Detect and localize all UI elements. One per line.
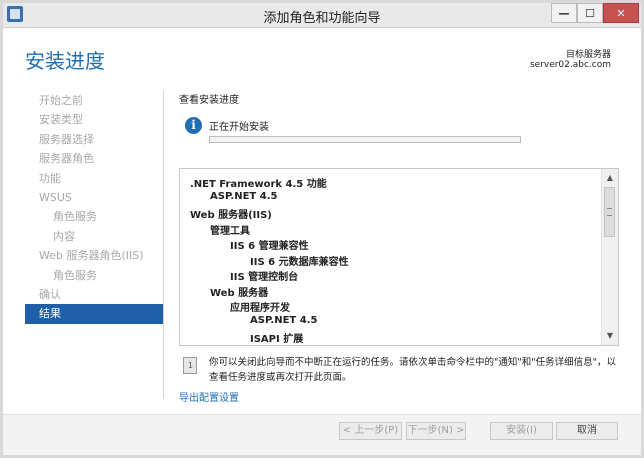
section-title: 查看安装进度 [179, 95, 239, 106]
export-configuration-link[interactable]: 导出配置设置 [179, 389, 239, 404]
nav-item-installation-type: 安装类型 [39, 113, 83, 127]
close-wizard-note: 你可以关闭此向导而不中断正在运行的任务。请依次单击命令栏中的"通知"和"任务详细… [209, 357, 616, 383]
previous-button[interactable]: < 上一步(P) [339, 422, 402, 440]
install-button[interactable]: 安装(I) [490, 422, 553, 440]
nav-item-wsus: WSUS [39, 190, 72, 204]
result-item: IIS 管理控制台 [230, 272, 299, 283]
nav-item-wsus-content: 内容 [53, 229, 75, 243]
info-icon: i [185, 117, 202, 134]
cancel-button[interactable]: 取消 [556, 422, 618, 440]
result-item: IIS 6 元数据库兼容性 [250, 256, 349, 268]
scroll-down-arrow-icon[interactable]: ▼ [602, 329, 618, 343]
minimize-icon: — [558, 6, 570, 20]
result-item: Web 服务器 [210, 287, 269, 299]
nav-item-confirmation: 确认 [39, 287, 61, 301]
maximize-button[interactable]: ☐ [577, 3, 603, 23]
install-progress-bar [209, 136, 521, 143]
result-item: 管理工具 [210, 225, 250, 237]
nav-item-wsus-role-services: 角色服务 [53, 210, 97, 224]
results-list-box[interactable]: .NET Framework 4.5 功能 ASP.NET 4.5 Web 服务器(… [179, 168, 619, 346]
result-item: Web 服务器(IIS) [190, 210, 272, 221]
nav-item-iis-role-services: 角色服务 [53, 268, 97, 282]
result-item: ASP.NET 4.5 [210, 190, 278, 202]
results-scrollbar[interactable]: ▲ ▼ [601, 169, 618, 345]
result-item: IIS 6 管理兼容性 [230, 241, 309, 252]
target-server-label: 目标服务器 [565, 50, 611, 60]
maximize-icon: ☐ [585, 6, 595, 20]
page-title: 安装进度 [25, 49, 105, 73]
title-bar[interactable]: 添加角色和功能向导 — ☐ ✕ [3, 3, 641, 28]
notification-flag-icon [183, 357, 197, 374]
nav-item-server-selection: 服务器选择 [39, 132, 94, 146]
nav-item-features: 功能 [39, 171, 61, 185]
wizard-nav: 开始之前 安装类型 服务器选择 服务器角色 功能 WSUS 角色服务 内容 We… [25, 91, 163, 324]
install-status-text: 正在开始安装 [209, 122, 269, 133]
wizard-window: 添加角色和功能向导 — ☐ ✕ 安装进度 目标服务器 server02.abc.… [0, 0, 644, 458]
close-button[interactable]: ✕ [603, 3, 639, 23]
nav-divider [163, 91, 164, 399]
nav-item-before-you-begin: 开始之前 [39, 94, 83, 107]
results-list: .NET Framework 4.5 功能 ASP.NET 4.5 Web 服务器(… [180, 169, 602, 345]
nav-item-web-server-role: Web 服务器角色(IIS) [39, 249, 144, 263]
target-server-name: server02.abc.com [529, 60, 611, 70]
close-icon: ✕ [616, 6, 626, 20]
scroll-up-arrow-icon[interactable]: ▲ [602, 171, 618, 185]
result-item: ASP.NET 4.5 [250, 314, 318, 326]
result-item: .NET Framework 4.5 功能 [190, 179, 327, 190]
next-button[interactable]: 下一步(N) > [406, 422, 466, 440]
result-item: 应用程序开发 [230, 303, 290, 314]
nav-item-results[interactable]: 结果 [25, 304, 163, 324]
window-title: 添加角色和功能向导 [263, 11, 381, 26]
scroll-thumb[interactable] [604, 187, 615, 237]
result-item: ISAPI 扩展 [250, 334, 304, 345]
minimize-button[interactable]: — [551, 3, 577, 23]
nav-item-server-roles: 服务器角色 [39, 152, 94, 166]
